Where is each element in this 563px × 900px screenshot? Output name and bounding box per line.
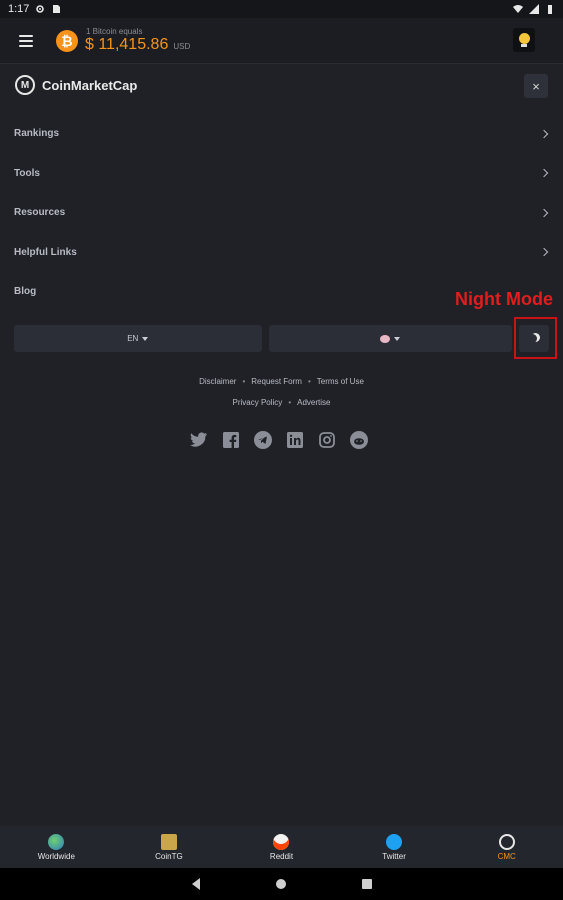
- menu-icon[interactable]: [19, 34, 33, 47]
- menu-item-label: Rankings: [14, 128, 60, 140]
- menu-item-tools[interactable]: Tools: [0, 154, 563, 194]
- chevron-right-icon: [539, 248, 549, 257]
- bitcoin-icon: ₿: [56, 29, 78, 52]
- cmc-icon: [498, 833, 515, 850]
- moon-icon: [528, 334, 537, 343]
- settings-icon: [36, 5, 45, 13]
- language-value: EN: [127, 334, 139, 343]
- night-mode-annotation-label: Night Mode: [455, 289, 553, 309]
- btc-price: $ 11,415.86: [85, 36, 169, 53]
- menu-item-label: Resources: [14, 207, 66, 219]
- drawer-menu: Rankings Tools Resources Helpful Links B…: [0, 114, 563, 312]
- nav-label: Worldwide: [37, 851, 75, 861]
- settings-controls: EN: [14, 325, 549, 352]
- battery-icon: [548, 5, 552, 14]
- nav-cointg[interactable]: CoinTG: [113, 826, 226, 868]
- nav-label: CMC: [497, 851, 516, 861]
- separator: •: [242, 377, 246, 386]
- language-select[interactable]: EN: [14, 325, 262, 352]
- chevron-right-icon: [539, 129, 549, 138]
- menu-item-helpful-links[interactable]: Helpful Links: [0, 233, 563, 273]
- instagram-icon[interactable]: [318, 431, 336, 449]
- nav-cmc[interactable]: CMC: [450, 826, 563, 868]
- nav-label: CoinTG: [155, 851, 183, 861]
- menu-item-label: Blog: [14, 286, 37, 298]
- back-icon[interactable]: [191, 878, 200, 890]
- close-button[interactable]: ×: [524, 74, 548, 98]
- link-request-form[interactable]: Request Form: [251, 377, 302, 386]
- reddit-icon: [273, 833, 290, 850]
- nav-label: Twitter: [382, 851, 406, 861]
- globe-icon: [48, 833, 65, 850]
- sd-card-icon: [53, 5, 61, 13]
- status-time: 1:17: [8, 3, 30, 15]
- twitter-icon[interactable]: [190, 431, 208, 449]
- home-icon[interactable]: [275, 879, 286, 889]
- nav-reddit[interactable]: Reddit: [225, 826, 338, 868]
- chevron-right-icon: [539, 169, 549, 178]
- menu-item-label: Helpful Links: [14, 246, 77, 258]
- telegram-icon[interactable]: [254, 431, 272, 449]
- footer-links-row-1: Disclaimer • Request Form • Terms of Use: [0, 371, 563, 392]
- wifi-icon: [513, 5, 523, 13]
- signal-icon: [529, 4, 539, 14]
- linkedin-icon[interactable]: [286, 431, 304, 449]
- recent-apps-icon[interactable]: [361, 879, 372, 889]
- menu-item-rankings[interactable]: Rankings: [0, 114, 563, 154]
- status-bar: 1:17: [0, 0, 563, 18]
- price-unit: USD: [173, 42, 191, 51]
- caret-down-icon: [394, 336, 401, 341]
- lightbulb-icon[interactable]: [513, 28, 535, 52]
- menu-item-label: Tools: [14, 167, 40, 179]
- nav-label: Reddit: [269, 851, 294, 861]
- nav-worldwide[interactable]: Worldwide: [0, 826, 113, 868]
- link-advertise[interactable]: Advertise: [297, 398, 330, 407]
- link-disclaimer[interactable]: Disclaimer: [199, 377, 236, 386]
- btc-price-widget: 1 Bitcoin equals $ 11,415.86 USD: [85, 27, 190, 54]
- reddit-icon[interactable]: [350, 431, 368, 449]
- separator: •: [288, 398, 292, 407]
- facebook-icon[interactable]: [222, 431, 240, 449]
- twitter-icon: [386, 833, 403, 850]
- social-links: [190, 431, 368, 449]
- menu-item-resources[interactable]: Resources: [0, 193, 563, 233]
- coinmarketcap-logo-icon: M: [15, 75, 35, 95]
- bottom-nav: Worldwide CoinTG Reddit Twitter CMC: [0, 826, 563, 868]
- price-caption: 1 Bitcoin equals: [86, 27, 143, 36]
- caret-down-icon: [142, 336, 149, 341]
- chevron-right-icon: [539, 208, 549, 217]
- drawer-header: M CoinMarketCap ×: [0, 64, 563, 106]
- link-privacy-policy[interactable]: Privacy Policy: [233, 398, 283, 407]
- cointg-icon: [160, 833, 177, 850]
- system-nav-bar: [0, 868, 563, 900]
- flag-icon: [380, 334, 391, 343]
- footer-links-row-2: Privacy Policy • Advertise: [0, 392, 563, 413]
- close-icon: ×: [532, 78, 540, 94]
- separator: •: [307, 377, 311, 386]
- region-select[interactable]: [268, 325, 513, 352]
- night-mode-toggle[interactable]: [519, 325, 549, 352]
- nav-twitter[interactable]: Twitter: [338, 826, 451, 868]
- brand-name: CoinMarketCap: [42, 77, 138, 93]
- link-terms-of-use[interactable]: Terms of Use: [317, 377, 364, 386]
- top-bar: ₿ 1 Bitcoin equals $ 11,415.86 USD: [0, 18, 563, 64]
- footer-links: Disclaimer • Request Form • Terms of Use…: [0, 371, 563, 413]
